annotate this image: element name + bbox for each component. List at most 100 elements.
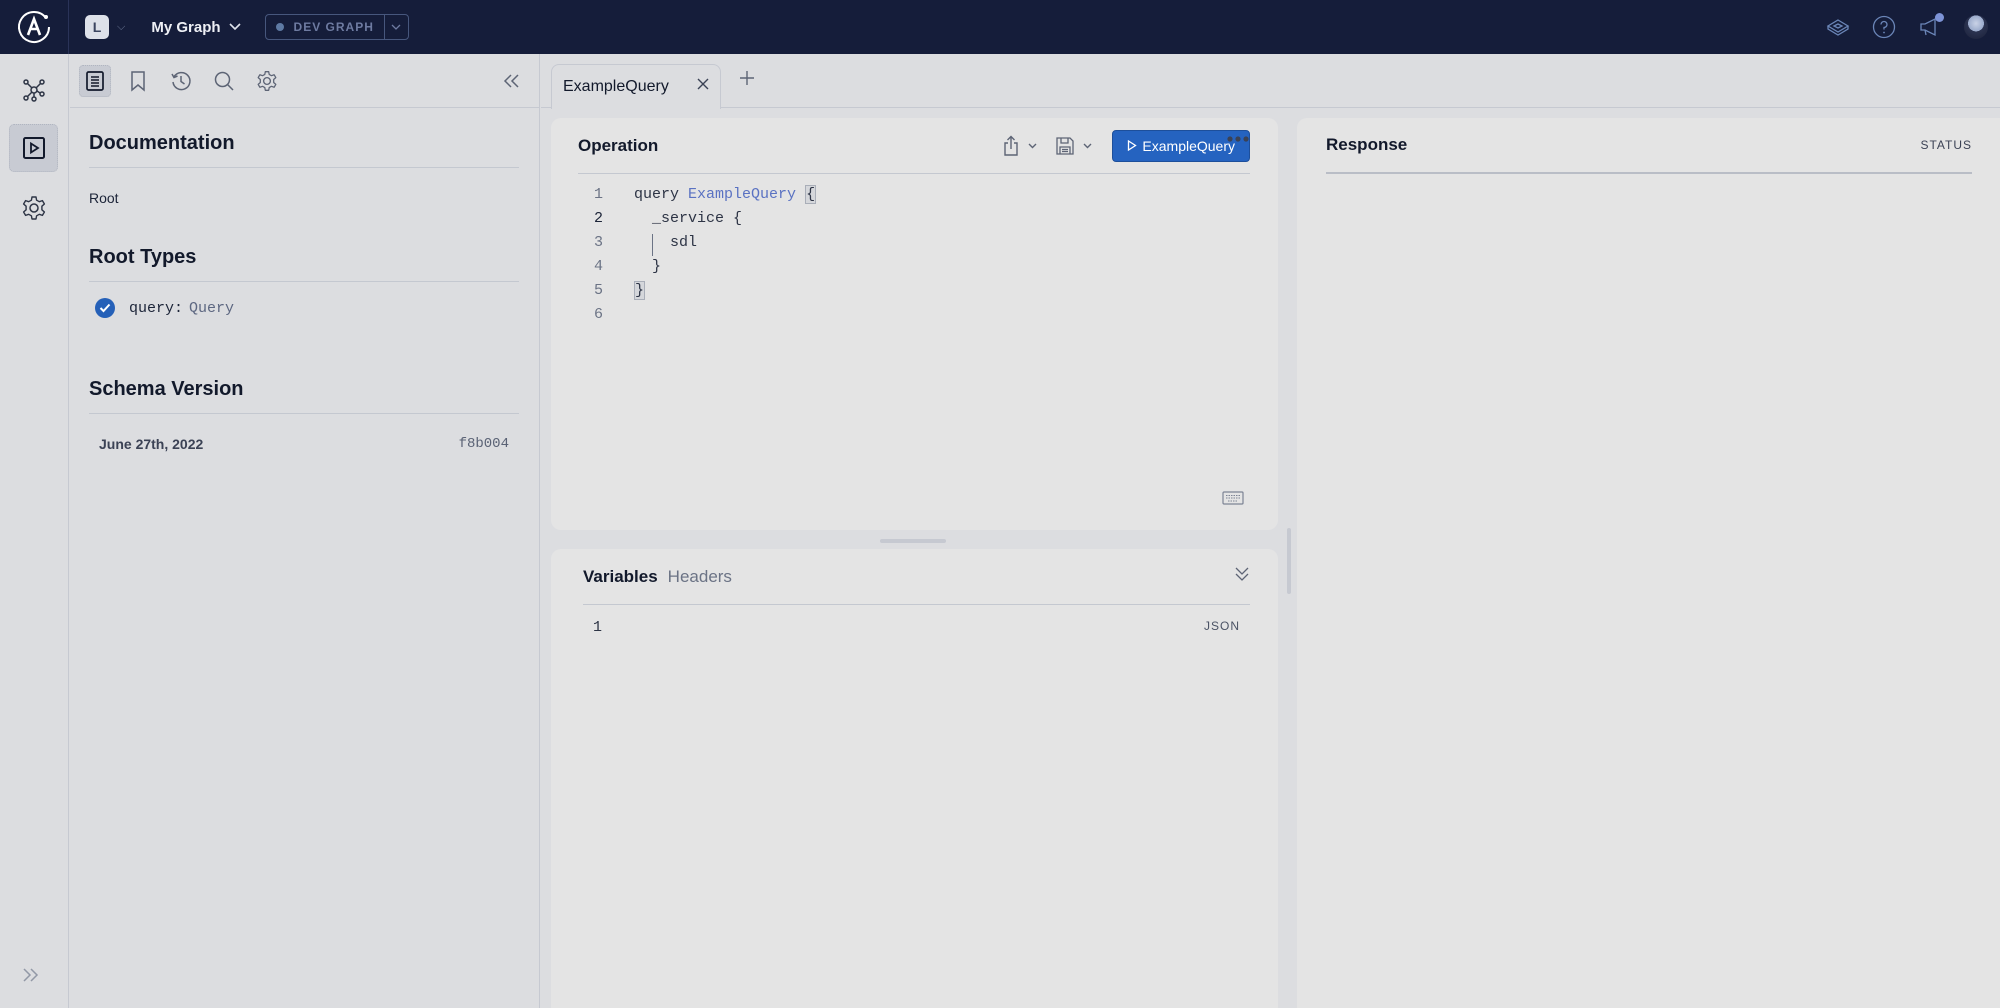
tab-label: ExampleQuery [563, 78, 669, 95]
search-icon [214, 71, 234, 91]
org-switcher[interactable]: L ⌵ [85, 15, 125, 39]
root-type-query[interactable]: query: Query [95, 298, 519, 318]
operation-name-token: ExampleQuery [688, 185, 797, 203]
documentation-title: Documentation [89, 132, 519, 168]
play-icon [1128, 140, 1138, 151]
left-nav [0, 54, 69, 1008]
panel-resize-handle[interactable] [880, 539, 946, 543]
line-content: } [634, 280, 646, 300]
nav-item-settings[interactable] [9, 184, 58, 232]
tab-variables[interactable]: Variables [583, 567, 658, 587]
document-icon [86, 70, 104, 91]
field-token: sdl [670, 233, 698, 251]
response-panel: Response STATUS [1297, 118, 2000, 1008]
line-number: 2 [593, 209, 603, 227]
collapse-variables-button[interactable] [1234, 566, 1250, 587]
share-button[interactable] [996, 135, 1043, 157]
expand-nav-button[interactable] [22, 967, 40, 988]
org-badge: L [85, 15, 109, 39]
operation-title: Operation [578, 135, 659, 155]
run-query-label: ExampleQuery [1142, 137, 1235, 154]
tab-example-query[interactable]: ExampleQuery [551, 64, 721, 109]
nav-item-schema[interactable] [9, 66, 58, 114]
nav-item-explorer[interactable] [9, 124, 58, 172]
schema-version-title: Schema Version [89, 378, 519, 414]
avatar [1964, 15, 1988, 39]
variant-dropdown-button[interactable] [383, 15, 408, 39]
chevron-down-icon [1083, 143, 1092, 148]
gear-icon [22, 196, 45, 220]
schema-version-hash: f8b004 [458, 436, 509, 452]
gear-icon [257, 70, 277, 91]
keyword-token: query [634, 185, 680, 203]
column-resize-handle[interactable] [1287, 528, 1291, 594]
operation-editor[interactable]: 1 query ExampleQuery { 2 _service { 3 sdl… [551, 182, 1278, 326]
code-line: 5} [551, 278, 1278, 302]
chevron-down-icon [391, 24, 401, 30]
operation-panel: Operation ExampleQuery 1 query ExampleQue… [551, 118, 1278, 530]
collapse-sidebar-button[interactable] [495, 65, 527, 97]
line-number: 5 [593, 281, 603, 299]
variant-name: DEV GRAPH [293, 20, 374, 34]
line-number: 1 [593, 185, 603, 203]
line-content: _service { [652, 209, 743, 227]
chevron-down-icon: ⌵ [117, 20, 126, 33]
more-options-button[interactable] [1226, 130, 1250, 148]
more-horizontal-icon [1227, 136, 1249, 142]
code-line: 1 query ExampleQuery { [551, 182, 1278, 206]
close-icon [697, 78, 709, 90]
notification-dot [1935, 13, 1944, 22]
response-title: Response [1326, 135, 1408, 154]
graph-switcher[interactable]: My Graph [151, 18, 241, 36]
collections-tab[interactable] [122, 65, 154, 97]
schema-version-date: June 27th, 2022 [99, 436, 204, 452]
explorer-layers-button[interactable] [1826, 15, 1850, 39]
share-icon [1004, 135, 1019, 156]
double-chevron-left-icon [503, 73, 519, 88]
plus-icon [740, 71, 754, 85]
save-button[interactable] [1049, 136, 1098, 156]
announcements-button[interactable] [1918, 13, 1944, 39]
chevron-down-icon [1028, 143, 1037, 148]
code-line: 6 [551, 302, 1278, 326]
check-circle-icon [95, 298, 115, 318]
code-line: 4 } [551, 254, 1278, 278]
status-dot [275, 23, 284, 31]
double-chevron-right-icon [23, 968, 39, 982]
field-token: _service [652, 209, 725, 227]
keyboard-shortcuts-button[interactable] [1222, 491, 1244, 510]
docs-settings-tab[interactable] [251, 65, 283, 97]
line-number: 6 [593, 305, 603, 323]
breadcrumb[interactable]: Root [89, 190, 519, 206]
add-tab-button[interactable] [739, 70, 755, 91]
bookmark-icon [131, 70, 145, 92]
operation-tab-bar: ExampleQuery [541, 54, 2000, 109]
root-type-link[interactable]: Query [189, 300, 234, 317]
variant-selector[interactable]: DEV GRAPH [264, 14, 409, 40]
layers-icon [1826, 19, 1850, 36]
variables-editor[interactable]: 1 JSON [593, 619, 1240, 636]
play-square-icon [22, 137, 45, 159]
docs-toolbar [70, 54, 539, 108]
close-tab-button[interactable] [696, 77, 710, 96]
apollo-logo-icon [18, 11, 50, 43]
apollo-logo[interactable] [0, 0, 69, 54]
line-content: } [634, 257, 662, 275]
variant-label: DEV GRAPH [266, 15, 384, 39]
keyboard-icon [1222, 491, 1244, 505]
status-label: STATUS [1920, 138, 1972, 152]
search-tab[interactable] [208, 65, 240, 97]
graph-name: My Graph [151, 18, 221, 36]
tab-headers[interactable]: Headers [668, 567, 732, 587]
top-bar: L ⌵ My Graph DEV GRAPH [0, 0, 2000, 54]
variables-panel: Variables Headers 1 JSON [551, 549, 1278, 1008]
code-line: 3 sdl [551, 230, 1278, 254]
help-button[interactable] [1872, 15, 1896, 39]
documentation-tab[interactable] [79, 64, 111, 97]
help-icon [1872, 15, 1896, 39]
user-menu[interactable] [1964, 15, 1988, 39]
root-types-title: Root Types [89, 246, 519, 282]
history-tab[interactable] [165, 65, 197, 97]
line-content: query ExampleQuery { [634, 184, 817, 204]
root-type-key: query: [129, 299, 184, 317]
